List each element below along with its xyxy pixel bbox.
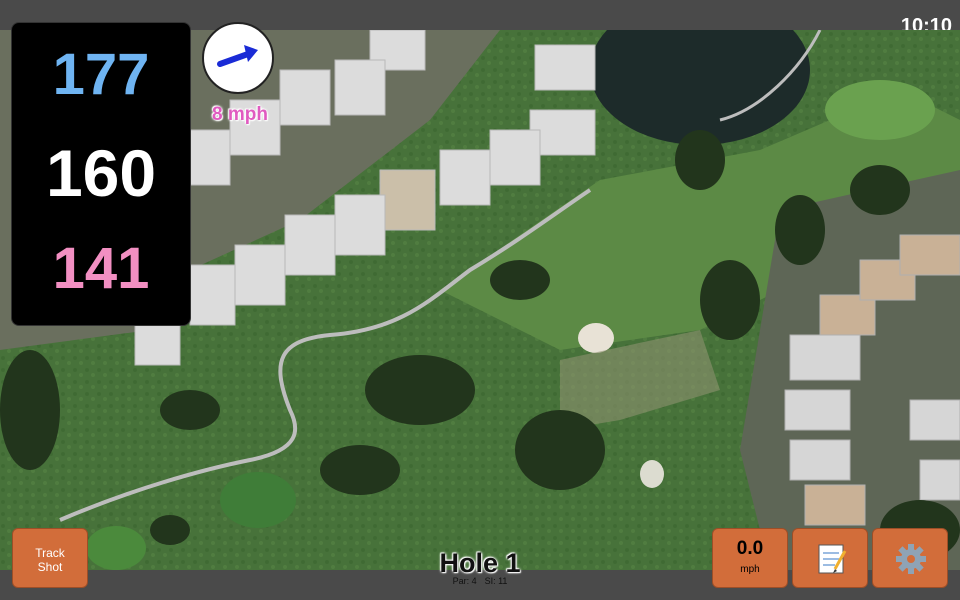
yardage-panel: 177 160 141 [11,22,191,326]
notepad-icon [818,544,847,574]
hole-details: Par: 4 SI: 11 [400,576,560,586]
middle-yardage: 160 [45,136,157,210]
track-shot-label-line1: Track [35,546,65,560]
hole-info: Hole 1 Par: 4 SI: 11 [400,548,560,586]
speed-button[interactable]: 0.0 mph [712,528,788,588]
track-shot-label-line2: Shot [37,560,63,574]
arrow-right-icon [217,45,258,67]
wind-speed: 8 mph [212,104,268,125]
back-yardage: 177 [52,42,150,107]
track-shot-button[interactable]: Track Shot [12,528,88,588]
front-yardage: 141 [52,236,150,301]
hole-title: Hole 1 [439,548,521,578]
hole-stroke-index: SI: 11 [484,576,508,586]
settings-button[interactable] [872,528,948,588]
speed-value: 0.0 [736,538,764,559]
speed-unit: mph [740,564,760,575]
hole-par: Par: 4 [452,576,477,586]
gear-icon [896,544,926,574]
notes-button[interactable] [792,528,868,588]
wind-indicator [202,22,274,94]
